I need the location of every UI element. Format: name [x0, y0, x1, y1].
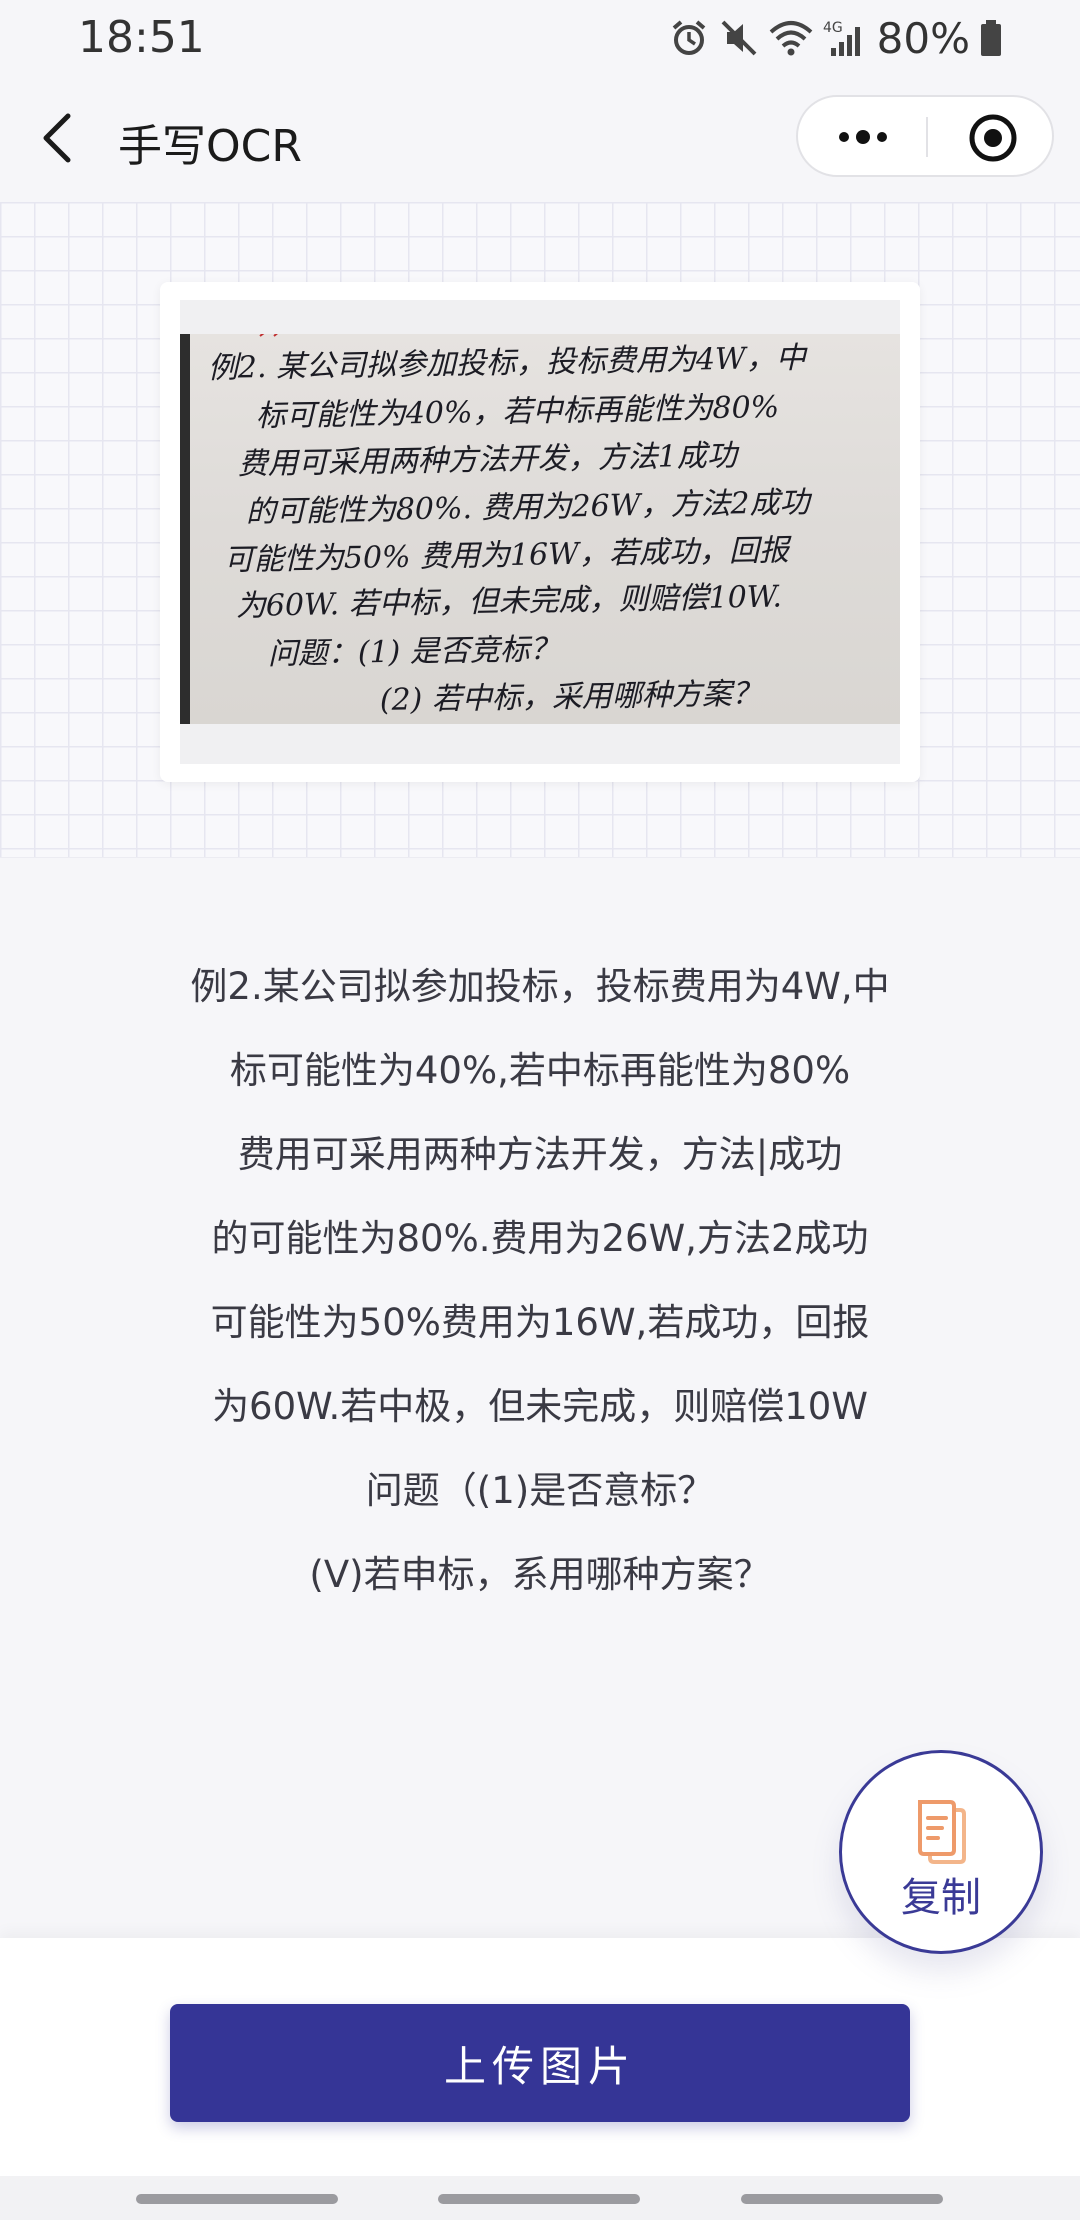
battery-percent: 80% — [876, 13, 970, 63]
status-bar: 18:51 4G 80% — [0, 0, 1080, 78]
more-dots-icon[interactable] — [828, 117, 898, 157]
gesture-back[interactable] — [741, 2194, 943, 2204]
handwritten-line: 费用可采用两种方法开发，方法1成功 — [238, 438, 741, 482]
result-line: (V)若申标，系用哪种方案？ — [309, 1553, 771, 1596]
result-line: 费用可采用两种方法开发，方法|成功 — [237, 1133, 843, 1176]
copy-label: 复制 — [901, 1875, 981, 1921]
page-title: 手写OCR — [118, 121, 302, 172]
result-line: 例2.某公司拟参加投标，投标费用为4W,中 — [190, 965, 890, 1008]
photo-frame: 例2. 某公司拟参加投标，投标费用为4W，中 标可能性为40%，若中标再能性为8… — [180, 300, 900, 764]
gesture-recent[interactable] — [136, 2194, 338, 2204]
handwritten-line: (2) 若中标，采用哪种方案？ — [380, 676, 763, 718]
gesture-home[interactable] — [438, 2194, 640, 2204]
result-line: 问题（(1)是否意标？ — [365, 1469, 715, 1512]
result-line: 标可能性为40%,若中标再能性为80% — [229, 1049, 851, 1092]
gesture-nav-bar — [0, 2176, 1080, 2220]
handwriting-svg: 例2. 某公司拟参加投标，投标费用为4W，中 标可能性为40%，若中标再能性为8… — [208, 334, 813, 718]
battery-icon — [981, 20, 1001, 56]
handwritten-line: 为60W. 若中标，但未完成，则赔偿10W. — [236, 579, 783, 624]
handwritten-line: 问题：(1) 是否竞标？ — [268, 632, 561, 672]
bottom-panel: 上传图片 — [0, 1938, 1080, 2176]
handwritten-line: 例2. 某公司拟参加投标，投标费用为4W，中 — [208, 341, 810, 386]
alarm-icon — [672, 20, 705, 55]
target-icon[interactable] — [968, 113, 1018, 163]
nav-bar: 手写OCR — [0, 78, 1080, 202]
photo-card[interactable]: 例2. 某公司拟参加投标，投标费用为4W，中 标可能性为40%，若中标再能性为8… — [160, 282, 920, 782]
result-line: 可能性为50%费用为16W,若成功，回报 — [210, 1301, 870, 1344]
result-line: 为60W.若中极，但未完成，则赔偿10W — [212, 1385, 868, 1428]
signal-icon: 4G — [823, 20, 860, 56]
ocr-result-text: 例2.某公司拟参加投标，投标费用为4W,中 标可能性为40%,若中标再能性为80… — [80, 945, 1000, 1617]
status-time: 18:51 — [78, 12, 205, 63]
image-preview-area: 例2. 某公司拟参加投标，投标费用为4W，中 标可能性为40%，若中标再能性为8… — [0, 202, 1080, 858]
network-type-label: 4G — [823, 20, 843, 36]
handwritten-photo: 例2. 某公司拟参加投标，投标费用为4W，中 标可能性为40%，若中标再能性为8… — [180, 334, 900, 724]
result-line: 的可能性为80%.费用为26W,方法2成功 — [211, 1217, 869, 1260]
mini-program-capsule — [796, 95, 1054, 177]
copy-button[interactable]: 复制 — [839, 1750, 1043, 1954]
capsule-divider — [926, 117, 928, 157]
mute-icon — [721, 20, 757, 56]
handwritten-line: 可能性为50% 费用为16W，若成功，回报 — [224, 533, 793, 578]
handwritten-line: 标可能性为40%，若中标再能性为80% — [256, 390, 780, 434]
wifi-icon — [769, 21, 812, 56]
handwritten-line: 的可能性为80%. 费用为26W，方法2成功 — [246, 485, 813, 530]
status-icons: 4G 80% — [669, 13, 1002, 63]
upload-image-button[interactable]: 上传图片 — [170, 2004, 910, 2122]
chevron-left-icon[interactable] — [34, 108, 86, 168]
copy-document-icon — [914, 1798, 974, 1864]
